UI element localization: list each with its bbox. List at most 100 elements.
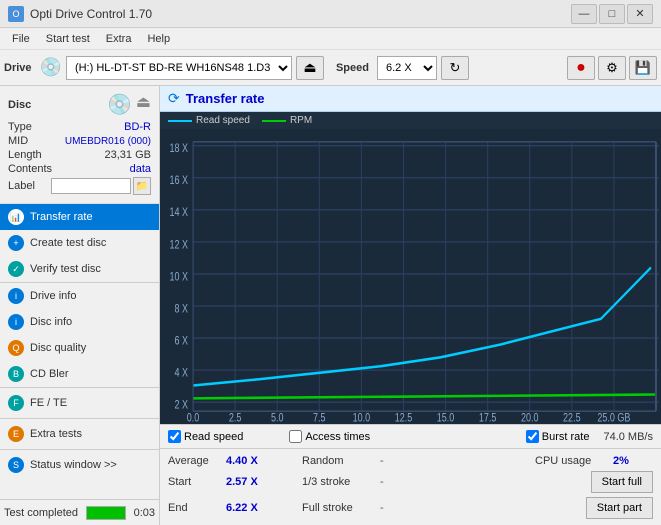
menu-extra[interactable]: Extra [98, 31, 140, 47]
checkbox-row: Read speed Access times Burst rate 74.0 … [168, 428, 653, 445]
burst-rate-checkbox-item: Burst rate [526, 430, 590, 443]
start-part-button[interactable]: Start part [586, 497, 653, 519]
average-value: 4.40 X [226, 455, 266, 467]
chart-svg: 18 X 16 X 14 X 12 X 10 X 8 X 6 X 4 X 2 X [160, 129, 661, 424]
status-time: 0:03 [134, 507, 155, 519]
svg-text:8 X: 8 X [175, 303, 189, 315]
disc-type-label: Type [8, 121, 32, 133]
disc-length-label: Length [8, 149, 42, 161]
svg-text:4 X: 4 X [175, 368, 189, 380]
svg-text:18 X: 18 X [170, 143, 189, 155]
nav-cd-bler[interactable]: B CD Bler [0, 361, 159, 387]
end-value: 6.22 X [226, 502, 266, 514]
nav-fe-te[interactable]: F FE / TE [0, 388, 159, 418]
read-speed-checkbox-label: Read speed [184, 431, 243, 443]
disc-label-input[interactable] [51, 178, 131, 194]
app-title: Opti Drive Control 1.70 [30, 7, 152, 21]
stats-row-3: End 6.22 X Full stroke - Start part [168, 495, 653, 521]
titlebar-left: O Opti Drive Control 1.70 [8, 6, 152, 22]
chart-checkboxes: Read speed Access times Burst rate 74.0 … [160, 424, 661, 448]
drive-info-icon: i [8, 288, 24, 304]
red-disc-button[interactable]: ● [567, 56, 595, 80]
nav-disc-info[interactable]: i Disc info [0, 309, 159, 335]
drive-toolbar: Drive 💿 (H:) HL-DT-ST BD-RE WH16NS48 1.D… [0, 50, 661, 86]
random-label: Random [302, 455, 372, 467]
nav-disc-quality[interactable]: Q Disc quality [0, 335, 159, 361]
start-full-button[interactable]: Start full [591, 471, 653, 493]
end-label: End [168, 502, 218, 514]
menu-help[interactable]: Help [139, 31, 178, 47]
chart-legend: Read speed RPM [160, 112, 661, 129]
svg-text:22.5: 22.5 [563, 413, 581, 424]
disc-quality-icon: Q [8, 340, 24, 356]
average-label: Average [168, 455, 218, 467]
maximize-button[interactable]: □ [599, 4, 625, 24]
disc-contents-label: Contents [8, 163, 52, 175]
status-window-icon: S [8, 457, 24, 473]
disc-mid-value: UMEBDR016 (000) [65, 136, 151, 147]
legend-read-speed: Read speed [168, 115, 250, 126]
drive-label: Drive [4, 62, 32, 74]
svg-text:12 X: 12 X [170, 239, 189, 251]
nav-transfer-rate-label: Transfer rate [30, 211, 93, 223]
svg-text:5.0: 5.0 [271, 413, 284, 424]
menu-start-test[interactable]: Start test [38, 31, 98, 47]
svg-text:7.5: 7.5 [313, 413, 326, 424]
read-speed-checkbox-item: Read speed [168, 430, 243, 443]
nav-transfer-rate[interactable]: 📊 Transfer rate [0, 204, 159, 230]
nav-cd-bler-label: CD Bler [30, 368, 69, 380]
content-area: ⟳ Transfer rate Read speed RPM 18 X [160, 86, 661, 525]
legend-rpm-label: RPM [290, 115, 312, 126]
nav-fe-te-label: FE / TE [30, 397, 67, 409]
access-times-checkbox-item: Access times [289, 430, 370, 443]
svg-text:2.5: 2.5 [229, 413, 242, 424]
read-speed-checkbox[interactable] [168, 430, 181, 443]
nav-disc-info-label: Disc info [30, 316, 72, 328]
chart-spin-icon: ⟳ [168, 90, 180, 107]
minimize-button[interactable]: — [571, 4, 597, 24]
svg-text:12.5: 12.5 [395, 413, 413, 424]
svg-text:6 X: 6 X [175, 336, 189, 348]
svg-text:15.0: 15.0 [437, 413, 455, 424]
status-text: Test completed [4, 507, 78, 519]
label-folder-button[interactable]: 📁 [133, 177, 151, 195]
speed-refresh-button[interactable]: ↻ [441, 56, 469, 80]
nav-verify-test-disc[interactable]: ✓ Verify test disc [0, 256, 159, 282]
svg-text:10.0: 10.0 [353, 413, 371, 424]
stroke2-value: - [380, 502, 384, 514]
progress-bar-background [86, 506, 126, 520]
app-icon: O [8, 6, 24, 22]
drive-icon: 💿 [40, 57, 62, 78]
settings-button[interactable]: ⚙ [598, 56, 626, 80]
disc-type-value: BD-R [124, 121, 151, 133]
statusbar: Test completed 0:03 [0, 499, 159, 525]
disc-mid-row: MID UMEBDR016 (000) [8, 135, 151, 147]
burst-rate-checkbox[interactable] [526, 430, 539, 443]
bottom-stats: Average 4.40 X Random - CPU usage 2% Sta… [160, 448, 661, 525]
nav-items: 📊 Transfer rate + Create test disc ✓ Ver… [0, 204, 159, 499]
verify-test-disc-icon: ✓ [8, 261, 24, 277]
nav-extra-tests-label: Extra tests [30, 428, 82, 440]
main-layout: Disc 💿 ⏏ Type BD-R MID UMEBDR016 (000) L… [0, 86, 661, 525]
disc-header: Disc 💿 ⏏ [8, 92, 151, 117]
nav-status-window[interactable]: S Status window >> [0, 450, 159, 480]
access-times-checkbox[interactable] [289, 430, 302, 443]
eject-button[interactable]: ⏏ [296, 56, 324, 80]
speed-select[interactable]: 6.2 X [377, 56, 437, 80]
drive-select[interactable]: (H:) HL-DT-ST BD-RE WH16NS48 1.D3 [66, 56, 292, 80]
close-button[interactable]: ✕ [627, 4, 653, 24]
disc-type-row: Type BD-R [8, 121, 151, 133]
nav-verify-test-disc-label: Verify test disc [30, 263, 101, 275]
nav-create-test-disc[interactable]: + Create test disc [0, 230, 159, 256]
nav-status-window-label: Status window >> [30, 459, 117, 471]
cd-bler-icon: B [8, 366, 24, 382]
nav-extra-tests[interactable]: E Extra tests [0, 419, 159, 449]
svg-text:2 X: 2 X [175, 400, 189, 412]
disc-eject-icon[interactable]: ⏏ [136, 92, 151, 117]
chart-header: ⟳ Transfer rate [160, 86, 661, 112]
save-button[interactable]: 💾 [629, 56, 657, 80]
fe-te-icon: F [8, 395, 24, 411]
nav-drive-info[interactable]: i Drive info [0, 283, 159, 309]
menu-file[interactable]: File [4, 31, 38, 47]
svg-text:20.0: 20.0 [521, 413, 539, 424]
